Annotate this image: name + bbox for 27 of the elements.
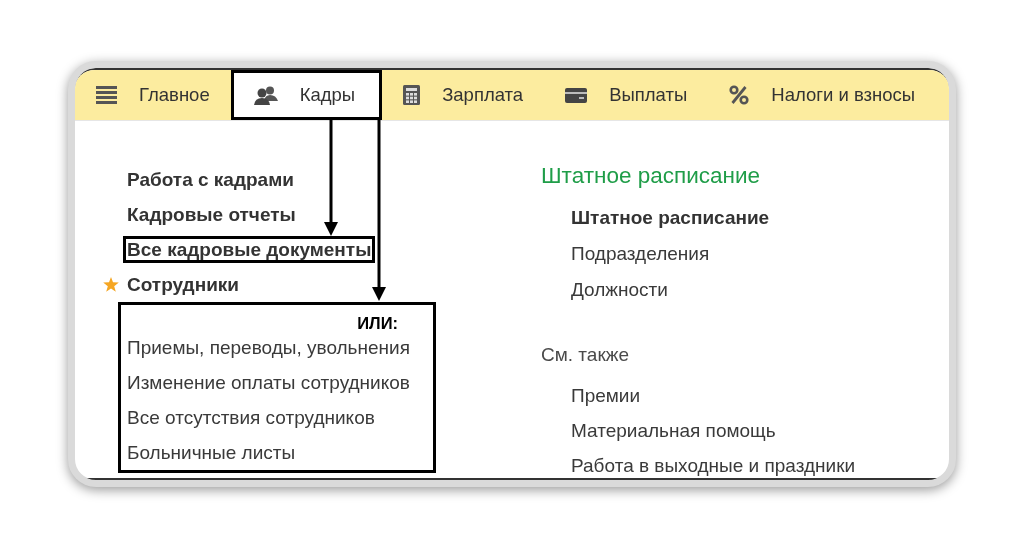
menu-link[interactable]: Изменение оплаты сотрудников xyxy=(127,372,410,393)
section-heading: См. также xyxy=(541,344,629,365)
menu-link[interactable]: Все кадровые документы xyxy=(123,236,376,263)
nav-tab[interactable]: Налоги и взносы xyxy=(708,70,937,120)
menu-link[interactable]: Работа с кадрами xyxy=(127,169,294,190)
nav-tab[interactable]: Главное xyxy=(75,70,231,120)
menu-link[interactable]: Все отсутствия сотрудников xyxy=(127,407,375,428)
menu-link[interactable]: Работа в выходные и праздники xyxy=(571,455,856,476)
nav-tab[interactable]: Выплаты xyxy=(544,70,709,120)
calculator-icon xyxy=(403,85,421,105)
menu-link[interactable]: Штатное расписание xyxy=(571,206,770,228)
menu-link[interactable]: Больничные листы xyxy=(127,442,296,463)
menu-icon xyxy=(96,86,117,104)
card-icon xyxy=(565,87,588,103)
menu-link[interactable]: Кадровые отчеты xyxy=(127,204,296,225)
section-heading: Штатное расписание xyxy=(541,163,760,188)
percent-icon xyxy=(729,85,750,105)
menu-link[interactable]: Материальная помощь xyxy=(571,420,776,441)
menu-link[interactable]: Премии xyxy=(571,385,641,406)
nav-tab[interactable]: Кадры xyxy=(230,70,383,120)
people-icon xyxy=(253,85,278,105)
nav-tab[interactable]: Зарплата xyxy=(382,70,545,120)
menu-link[interactable]: Подразделения xyxy=(571,242,710,264)
annotation-label: ИЛИ: xyxy=(357,314,398,332)
menu-link[interactable]: Приемы, переводы, увольнения xyxy=(127,337,410,358)
menu-link[interactable]: Должности xyxy=(571,278,668,300)
menu-link[interactable]: Сотрудники xyxy=(127,274,239,295)
